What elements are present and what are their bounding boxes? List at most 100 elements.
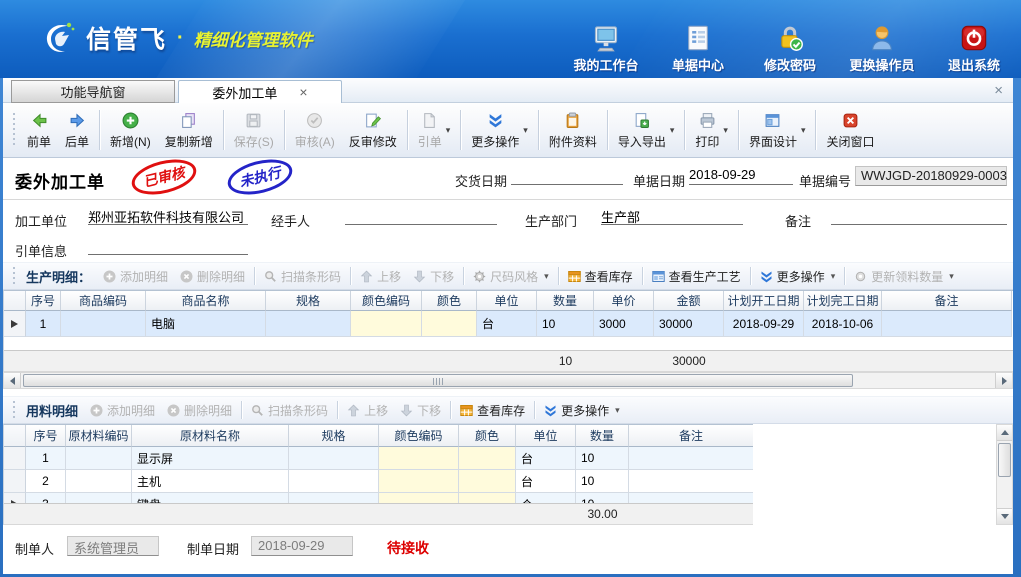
- column-header[interactable]: 原材料编码: [66, 425, 132, 447]
- next-bill-button[interactable]: 后单: [58, 108, 96, 153]
- copy-new-button[interactable]: 复制新增: [158, 108, 220, 153]
- view-stock-button[interactable]: 查看库存: [454, 400, 531, 421]
- table-cell[interactable]: [66, 470, 132, 493]
- new-button[interactable]: 新增(N): [103, 108, 158, 153]
- ui-design-button[interactable]: 界面设计 ▾: [742, 108, 813, 153]
- column-header[interactable]: 规格: [289, 425, 379, 447]
- row-selector-cell[interactable]: [4, 311, 26, 337]
- add-detail-button[interactable]: 添加明细: [84, 400, 161, 421]
- vertical-scrollbar[interactable]: [996, 424, 1013, 525]
- table-cell[interactable]: 10: [576, 447, 629, 470]
- scroll-right-button[interactable]: [995, 373, 1012, 388]
- scrollbar-thumb[interactable]: [998, 443, 1011, 477]
- delete-detail-button[interactable]: 删除明细: [161, 400, 238, 421]
- toolbar-grip[interactable]: [11, 401, 16, 419]
- column-header[interactable]: 商品名称: [146, 291, 266, 311]
- column-header[interactable]: 序号: [26, 291, 61, 311]
- remark-field[interactable]: [831, 207, 1007, 225]
- change-password-button[interactable]: 修改密码: [757, 22, 823, 74]
- tab-outsourcing-order[interactable]: 委外加工单 ×: [178, 80, 342, 103]
- table-row[interactable]: 1电脑台103000300002018-09-292018-10-06: [4, 311, 1013, 337]
- table-cell[interactable]: [61, 311, 146, 337]
- close-window-button[interactable]: 关闭窗口: [819, 108, 881, 153]
- scrollbar-thumb[interactable]: [23, 374, 853, 387]
- column-header[interactable]: 商品编码: [61, 291, 146, 311]
- print-button[interactable]: 打印 ▾: [688, 108, 735, 153]
- table-row[interactable]: 2主机台10: [4, 470, 753, 493]
- prev-bill-button[interactable]: 前单: [20, 108, 58, 153]
- table-cell[interactable]: 主机: [132, 470, 289, 493]
- view-stock-button[interactable]: 查看库存: [562, 266, 639, 287]
- table-cell[interactable]: 显示屏: [132, 447, 289, 470]
- column-header[interactable]: 单价: [594, 291, 654, 311]
- column-header[interactable]: 备注: [882, 291, 1012, 311]
- save-button[interactable]: 保存(S): [227, 108, 281, 153]
- tab-strip-close-icon[interactable]: ×: [994, 82, 1003, 99]
- scan-barcode-button[interactable]: 扫描条形码: [258, 266, 347, 287]
- toolbar-grip[interactable]: [11, 267, 16, 285]
- column-header[interactable]: 计划开工日期: [724, 291, 804, 311]
- column-header[interactable]: 颜色编码: [379, 425, 459, 447]
- table-cell[interactable]: 2018-09-29: [724, 311, 804, 337]
- column-header[interactable]: 备注: [629, 425, 753, 447]
- ref-bill-button[interactable]: 引单 ▾: [411, 108, 458, 153]
- table-cell[interactable]: [422, 311, 477, 337]
- table-cell[interactable]: [459, 470, 516, 493]
- row-selector-cell[interactable]: [4, 447, 26, 470]
- processor-field[interactable]: 郑州亚拓软件科技有限公司: [88, 207, 248, 225]
- column-header[interactable]: 颜色: [422, 291, 477, 311]
- move-up-button[interactable]: 上移: [341, 400, 394, 421]
- import-export-button[interactable]: 导入导出 ▾: [611, 108, 682, 153]
- row-selector-cell[interactable]: [4, 470, 26, 493]
- column-header[interactable]: 颜色: [459, 425, 516, 447]
- column-header[interactable]: 颜色编码: [351, 291, 422, 311]
- tab-function-navigator[interactable]: 功能导航窗: [11, 80, 175, 103]
- move-down-button[interactable]: 下移: [407, 266, 460, 287]
- table-cell[interactable]: 10: [576, 470, 629, 493]
- table-cell[interactable]: [289, 447, 379, 470]
- move-up-button[interactable]: 上移: [354, 266, 407, 287]
- scroll-down-button[interactable]: [997, 508, 1012, 524]
- table-cell[interactable]: [379, 447, 459, 470]
- document-center-button[interactable]: 单据中心: [665, 22, 731, 74]
- table-cell[interactable]: 30000: [654, 311, 724, 337]
- attachments-button[interactable]: 附件资料: [542, 108, 604, 153]
- bill-date-field[interactable]: 2018-09-29: [689, 167, 793, 185]
- table-cell[interactable]: [289, 470, 379, 493]
- column-header[interactable]: 单位: [477, 291, 537, 311]
- table-cell[interactable]: [629, 470, 753, 493]
- switch-operator-button[interactable]: 更换操作员: [849, 22, 915, 74]
- table-cell[interactable]: 3000: [594, 311, 654, 337]
- move-down-button[interactable]: 下移: [394, 400, 447, 421]
- table-cell[interactable]: [379, 470, 459, 493]
- column-header[interactable]: 金额: [654, 291, 724, 311]
- column-header[interactable]: 计划完工日期: [804, 291, 882, 311]
- table-cell[interactable]: [459, 447, 516, 470]
- scroll-left-button[interactable]: [4, 373, 21, 388]
- table-cell[interactable]: [266, 311, 351, 337]
- my-workbench-button[interactable]: 我的工作台: [573, 22, 639, 74]
- scroll-up-button[interactable]: [997, 425, 1012, 441]
- table-cell[interactable]: 1: [26, 447, 66, 470]
- tab-close-icon[interactable]: ×: [299, 85, 307, 99]
- horizontal-scrollbar[interactable]: [3, 372, 1013, 389]
- scan-barcode-button[interactable]: 扫描条形码: [245, 400, 334, 421]
- table-cell[interactable]: 台: [477, 311, 537, 337]
- table-cell[interactable]: [66, 447, 132, 470]
- delivery-date-field[interactable]: [511, 167, 623, 185]
- more-operations-button[interactable]: 更多操作 ▾: [754, 266, 842, 287]
- column-header[interactable]: 原材料名称: [132, 425, 289, 447]
- add-detail-button[interactable]: 添加明细: [97, 266, 174, 287]
- table-cell[interactable]: 台: [516, 470, 576, 493]
- column-header[interactable]: 数量: [537, 291, 594, 311]
- table-row[interactable]: 1显示屏台10: [4, 447, 753, 470]
- ref-info-field[interactable]: [88, 237, 248, 255]
- table-cell[interactable]: 1: [26, 311, 61, 337]
- table-cell[interactable]: 10: [537, 311, 594, 337]
- table-cell[interactable]: 电脑: [146, 311, 266, 337]
- delete-detail-button[interactable]: 删除明细: [174, 266, 251, 287]
- view-craft-button[interactable]: 查看生产工艺: [646, 266, 747, 287]
- column-header[interactable]: 单位: [516, 425, 576, 447]
- column-header[interactable]: 数量: [576, 425, 629, 447]
- audit-button[interactable]: 审核(A): [288, 108, 342, 153]
